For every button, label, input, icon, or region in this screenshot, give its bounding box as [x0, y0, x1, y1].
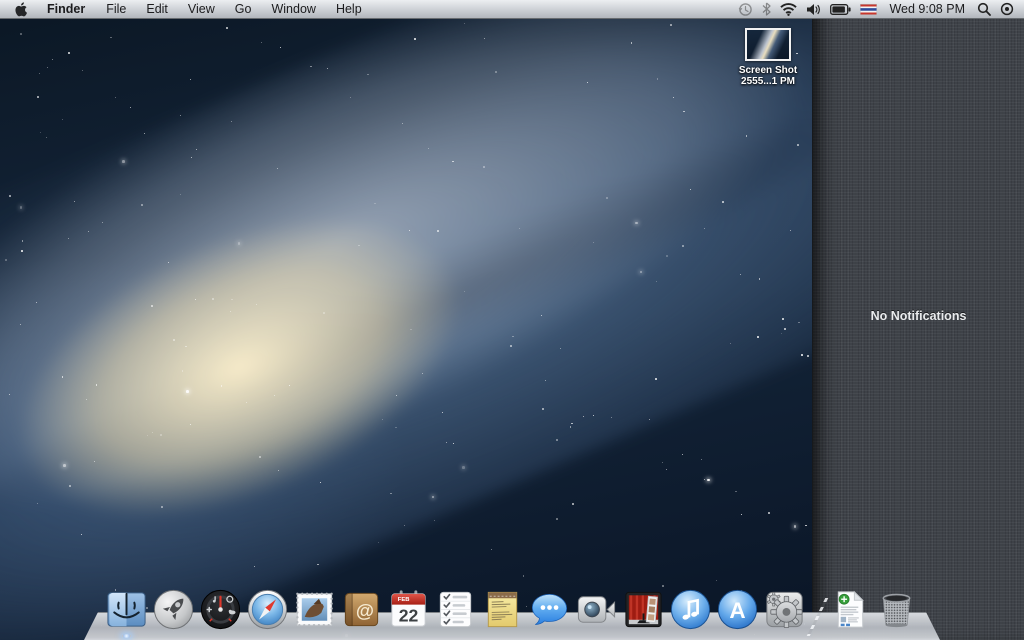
app-store-icon: A [715, 587, 760, 632]
dock-item-system-preferences[interactable] [762, 587, 807, 632]
dock-item-notes[interactable] [480, 587, 525, 632]
star-field [0, 0, 812, 640]
finder-running-indicator [122, 634, 131, 638]
reminders-icon [433, 587, 478, 632]
dock-item-app-store[interactable]: A [715, 587, 760, 632]
menu-file[interactable]: File [96, 0, 136, 19]
dock-item-dashboard[interactable] [198, 587, 243, 632]
trash-icon [874, 587, 919, 632]
dashboard-icon [198, 587, 243, 632]
finder-icon [104, 587, 149, 632]
dock: @ FEB 22 [84, 578, 940, 640]
menu-bar-clock[interactable]: Wed 9:08 PM [886, 2, 968, 16]
dock-item-messages[interactable] [527, 587, 572, 632]
menu-bar-status-area: Wed 9:08 PM [738, 2, 1024, 17]
spotlight-icon[interactable] [977, 2, 991, 16]
notification-center-panel: No Notifications [812, 0, 1024, 640]
battery-icon[interactable] [830, 4, 851, 15]
dock-item-document[interactable] [827, 587, 872, 632]
desktop-wallpaper: Screen Shot 2555...1 PM [0, 0, 812, 640]
calendar-icon: FEB 22 [386, 587, 431, 632]
macos-desktop: No Notifications Screen Shot 2555...1 PM [0, 0, 1024, 640]
dock-item-facetime[interactable] [574, 587, 619, 632]
document-icon [827, 587, 872, 632]
menu-window[interactable]: Window [261, 0, 325, 19]
wifi-icon[interactable] [780, 3, 797, 16]
dock-separator [809, 592, 825, 632]
menu-edit[interactable]: Edit [136, 0, 178, 19]
notification-center-icon[interactable] [1000, 2, 1014, 16]
svg-text:A: A [729, 598, 745, 623]
dock-item-contacts[interactable]: @ [339, 587, 384, 632]
menu-bar: Finder File Edit View Go Window Help [0, 0, 1024, 19]
itunes-icon [668, 587, 713, 632]
photo-booth-icon [621, 587, 666, 632]
mail-icon [292, 587, 337, 632]
dock-item-photo-booth[interactable] [621, 587, 666, 632]
dock-item-safari[interactable] [245, 587, 290, 632]
bluetooth-icon[interactable] [762, 2, 771, 16]
svg-text:22: 22 [399, 606, 419, 626]
apple-menu[interactable] [0, 2, 36, 17]
no-notifications-text: No Notifications [813, 309, 1024, 323]
dock-item-finder[interactable] [104, 587, 149, 632]
screenshot-thumbnail [745, 28, 791, 61]
galaxy-wallpaper-art [0, 0, 812, 640]
dock-item-reminders[interactable] [433, 587, 478, 632]
contacts-icon: @ [339, 587, 384, 632]
safari-icon [245, 587, 290, 632]
messages-icon [527, 587, 572, 632]
dock-item-itunes[interactable] [668, 587, 713, 632]
time-machine-icon[interactable] [738, 2, 753, 17]
menu-go[interactable]: Go [225, 0, 262, 19]
menu-finder[interactable]: Finder [36, 0, 96, 19]
svg-text:FEB: FEB [398, 597, 410, 603]
dock-item-calendar[interactable]: FEB 22 [386, 587, 431, 632]
notes-icon [480, 587, 525, 632]
desktop-file-screenshot[interactable]: Screen Shot 2555...1 PM [737, 28, 799, 87]
system-preferences-icon [762, 587, 807, 632]
svg-text:@: @ [356, 600, 374, 621]
menu-help[interactable]: Help [326, 0, 372, 19]
dock-item-launchpad[interactable] [151, 587, 196, 632]
facetime-icon [574, 587, 619, 632]
menu-view[interactable]: View [178, 0, 225, 19]
thai-flag-icon[interactable] [860, 4, 877, 15]
volume-icon[interactable] [806, 3, 821, 16]
file-label: Screen Shot 2555...1 PM [737, 65, 799, 87]
dock-item-trash[interactable] [874, 587, 919, 632]
launchpad-icon [151, 587, 196, 632]
dock-item-mail[interactable] [292, 587, 337, 632]
apple-icon [14, 2, 27, 17]
